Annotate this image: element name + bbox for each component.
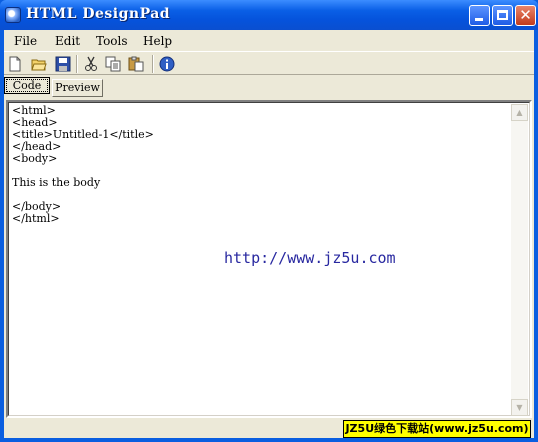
toolbar-separator [76,55,78,73]
info-icon[interactable] [159,56,175,72]
app-icon[interactable] [5,7,21,23]
code-line: </html> [12,212,60,225]
tab-code[interactable]: Code [4,77,50,94]
scroll-down-button[interactable]: ▼ [511,399,528,416]
paste-icon[interactable] [128,56,144,72]
menu-edit[interactable]: Edit [55,34,80,48]
minimize-icon [475,18,483,21]
scroll-up-button[interactable]: ▲ [511,104,528,121]
menu-help[interactable]: Help [143,34,172,48]
vertical-scrollbar[interactable]: ▲ ▼ [511,104,528,416]
menu-file[interactable]: File [14,34,37,48]
minimize-button[interactable] [469,5,490,26]
watermark-url: http://www.jz5u.com [224,249,396,267]
open-folder-icon[interactable] [31,56,47,72]
menu-bar: File Edit Tools Help [4,30,534,50]
close-icon: ✕ [519,6,532,24]
watermark-badge: JZ5U绿色下载站(www.jz5u.com) [343,420,531,438]
editor-frame: <html> <head> <title>Untitled-1</title> … [8,102,530,416]
view-tabs: Code Preview [4,76,534,98]
status-bar: JZ5U绿色下载站(www.jz5u.com) [4,420,534,438]
save-icon[interactable] [55,56,71,72]
close-button[interactable]: ✕ [515,5,536,26]
toolbar-separator [152,55,154,73]
maximize-button[interactable] [492,5,513,26]
window-title: HTML DesignPad [26,6,171,22]
title-bar[interactable]: HTML DesignPad ✕ [0,0,538,30]
copy-icon[interactable] [105,56,121,72]
app-window: HTML DesignPad ✕ File Edit Tools Help Co… [0,0,538,442]
code-editor[interactable]: <html> <head> <title>Untitled-1</title> … [6,100,532,418]
code-line: This is the body [12,176,101,189]
menu-tools[interactable]: Tools [96,34,128,48]
cut-icon[interactable] [83,56,99,72]
code-line: <body> [12,152,58,165]
tab-preview[interactable]: Preview [52,79,103,97]
toolbar [4,51,534,75]
client-area: File Edit Tools Help Code Preview <html>… [4,30,534,438]
new-file-icon[interactable] [7,56,23,72]
code-text[interactable]: <html> <head> <title>Untitled-1</title> … [12,105,154,225]
maximize-icon [497,10,508,20]
